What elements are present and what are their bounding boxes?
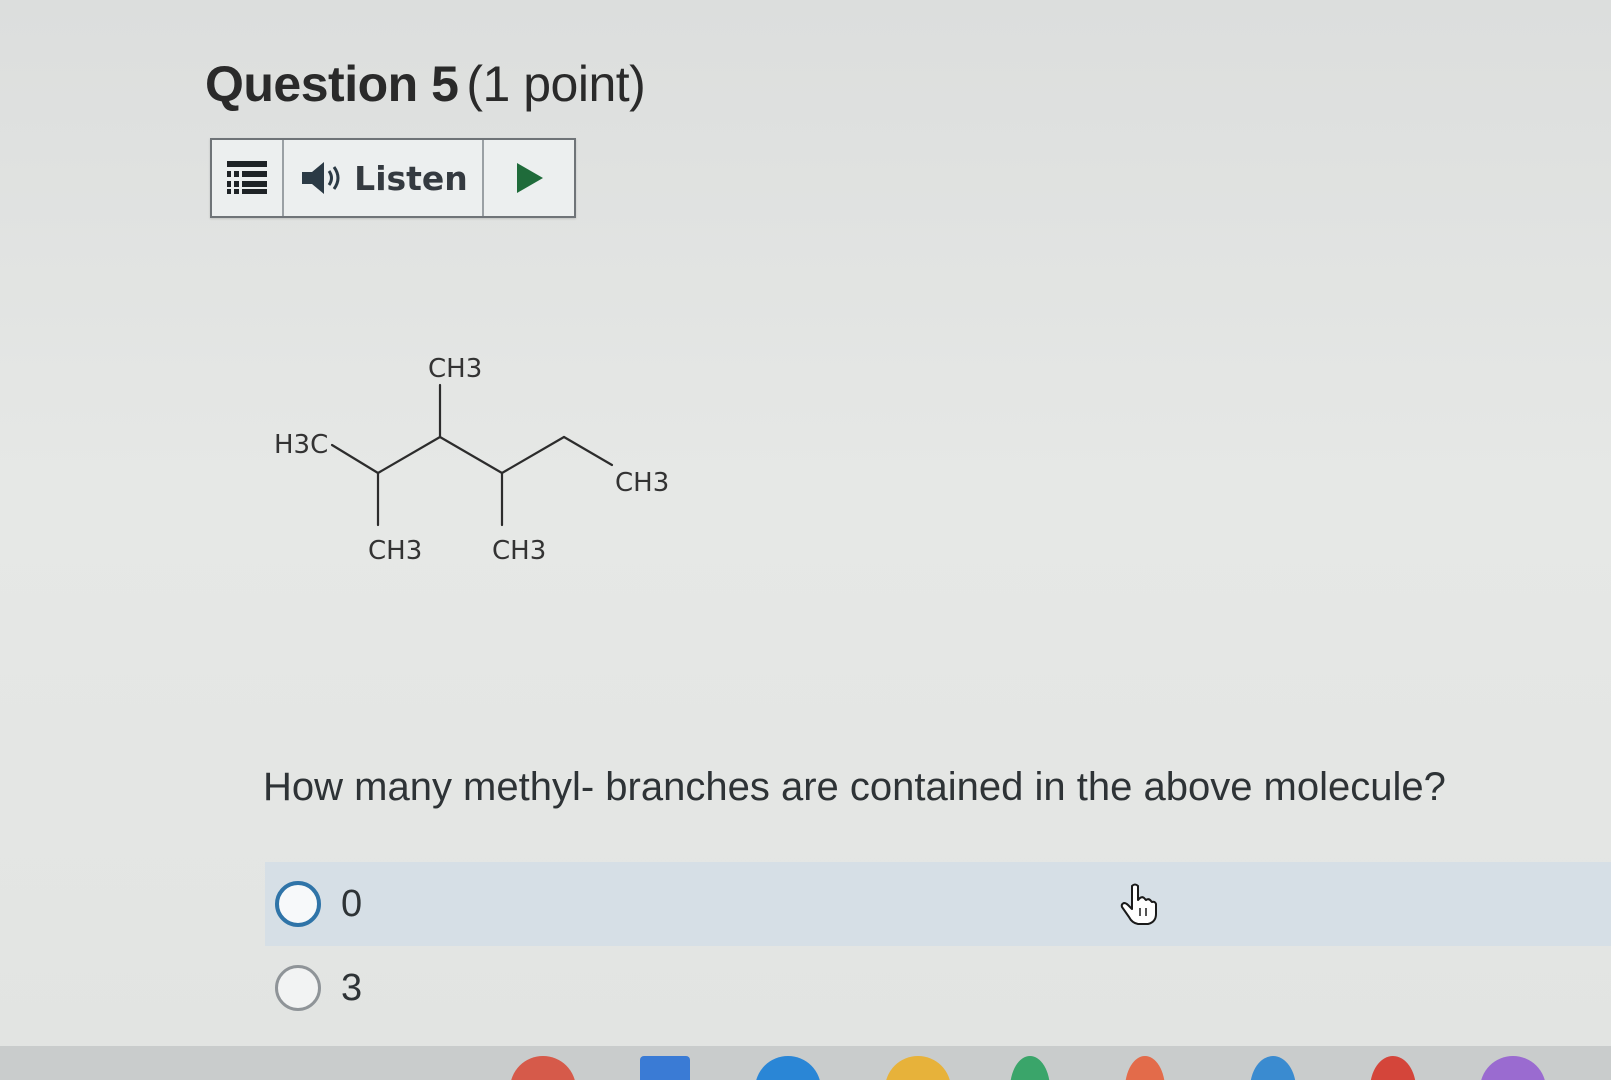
bottom-branch-label-2: CH3 [492,536,546,566]
hand-pointer-cursor-icon [1120,883,1157,925]
answer-option-0[interactable]: 0 [265,862,1611,946]
play-button[interactable] [484,140,574,216]
bond [438,435,504,475]
answer-option-label: 3 [341,966,363,1009]
question-prompt: How many methyl- branches are contained … [263,765,1446,809]
bond [376,435,442,475]
bottom-branch-label-1: CH3 [368,536,422,566]
browser-icon[interactable] [510,1056,576,1080]
speaker-icon [302,162,340,194]
bond [500,435,566,475]
listen-label: Listen [354,158,468,198]
question-header: Question 5 (1 point) [205,55,646,113]
bond [330,443,380,475]
drive-icon[interactable] [885,1056,951,1080]
right-terminal-label: CH3 [615,468,669,498]
toolbar-menu-button[interactable] [212,140,284,216]
question-title: Question 5 [205,56,459,112]
radio-button[interactable] [275,881,321,927]
bond [562,435,614,467]
answer-options: 0 3 [265,862,1611,1030]
play-store-icon[interactable] [1010,1056,1050,1080]
taskbar [0,1046,1611,1080]
app-icon-purple[interactable] [1480,1056,1546,1080]
play-icon [517,163,543,193]
files-icon[interactable] [755,1056,821,1080]
listen-button[interactable]: Listen [284,140,484,216]
skeletal-formula-diagram: H3C CH3 CH3 CH3 CH3 [274,354,669,566]
radio-button[interactable] [275,965,321,1011]
molecule-structure: H3C CH3 CH3 CH3 CH3 [270,345,690,595]
read-aloud-toolbar: Listen [210,138,576,218]
question-points: (1 point) [466,56,646,112]
answer-option-1[interactable]: 3 [265,946,1611,1030]
left-terminal-label: H3C [274,430,328,460]
gmail-icon[interactable] [1370,1056,1416,1080]
app-icon[interactable] [1125,1056,1165,1080]
answer-option-label: 0 [341,882,363,925]
docs-icon[interactable] [640,1056,690,1080]
meet-icon[interactable] [1250,1056,1296,1080]
top-branch-label: CH3 [428,354,482,384]
menu-icon [227,161,267,194]
